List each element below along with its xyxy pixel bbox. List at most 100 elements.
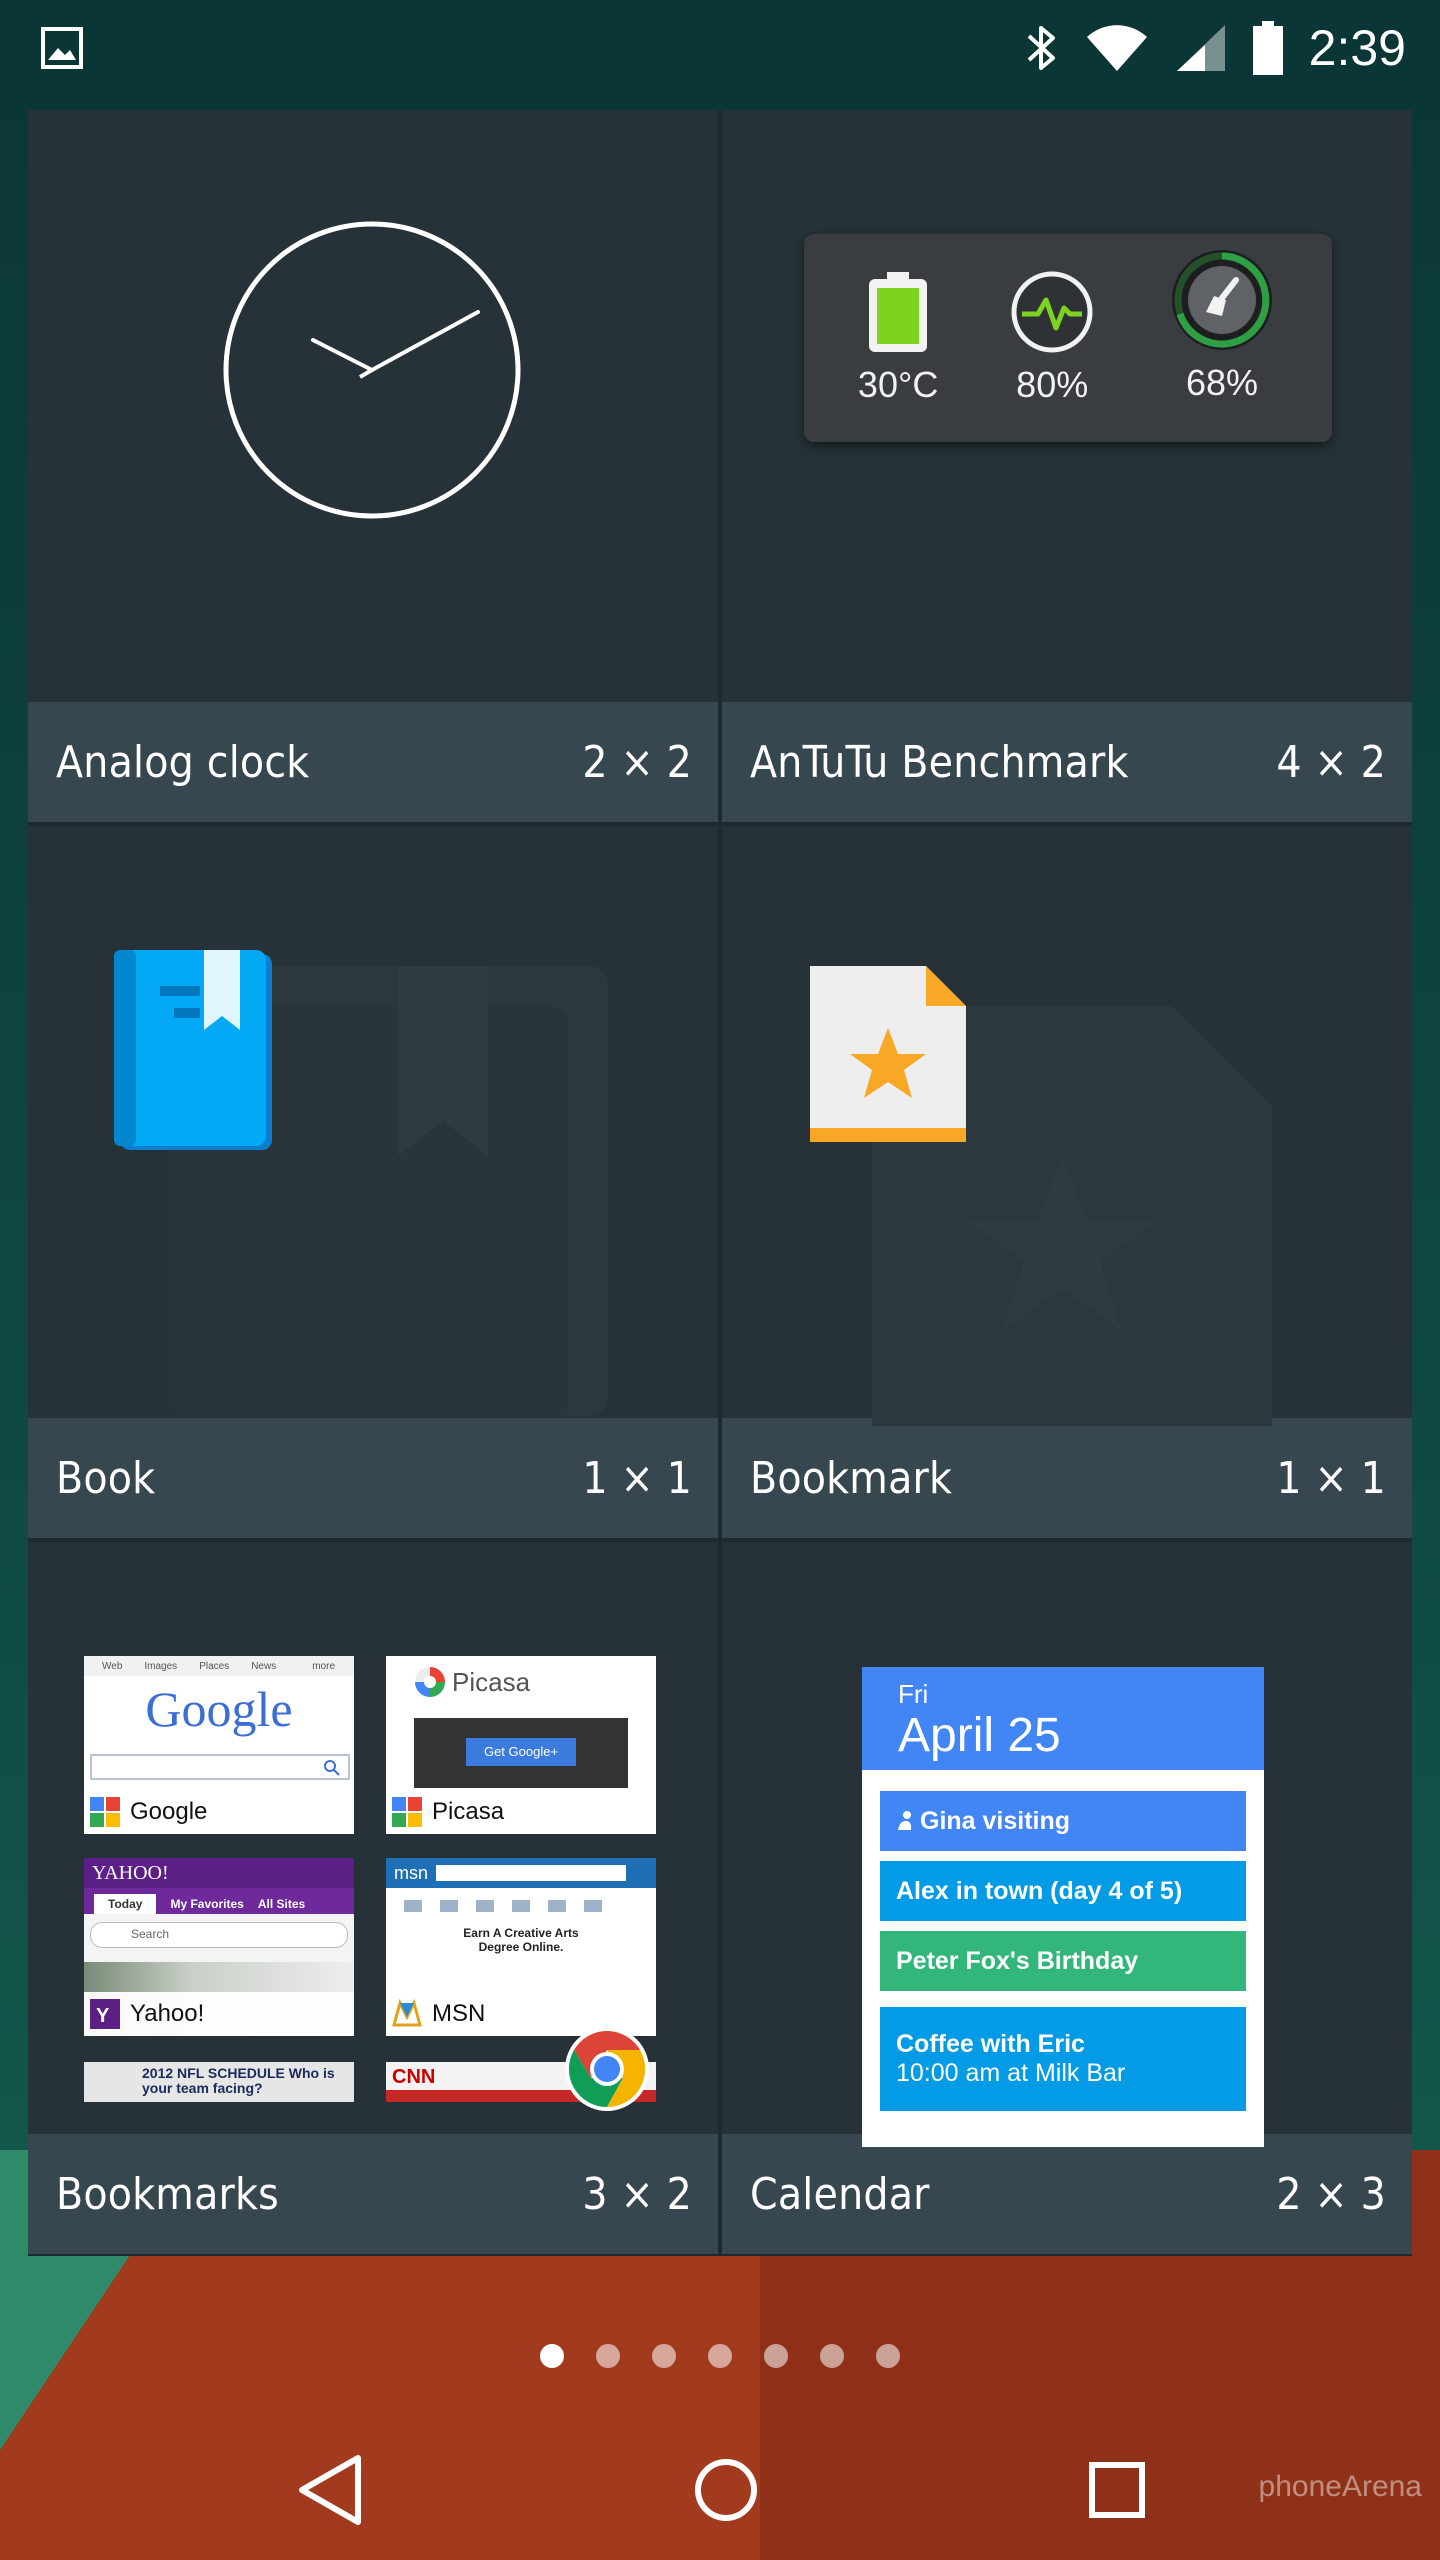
- page-dot[interactable]: [596, 2344, 620, 2368]
- widget-size: 2 × 3: [1276, 2168, 1386, 2220]
- page-dot[interactable]: [708, 2344, 732, 2368]
- google-tab: Places: [199, 1660, 230, 1672]
- bookmark-caption: Google: [84, 1790, 354, 1834]
- calendar-event: Coffee with Eric 10:00 am at Milk Bar: [880, 2007, 1246, 2111]
- picasa-favicon-icon: [392, 1797, 422, 1827]
- antutu-performance: 80%: [1010, 270, 1094, 406]
- msn-favicon-icon: [392, 1999, 422, 2027]
- calendar-date: April 25: [898, 1709, 1061, 1762]
- navigation-bar: [0, 2420, 1440, 2560]
- calendar-event: Peter Fox's Birthday: [880, 1931, 1246, 1991]
- calendar-widget-preview: Fri April 25 Gina visiting Alex in town …: [862, 1667, 1264, 2147]
- widget-size: 1 × 1: [1276, 1452, 1386, 1504]
- widget-preview: [722, 826, 1412, 1426]
- wifi-icon: [1086, 25, 1147, 71]
- picasa-logo-icon: [415, 1667, 445, 1697]
- analog-clock-icon: [223, 221, 521, 519]
- page-dot[interactable]: [540, 2344, 564, 2368]
- nfl-tile-text: 2012 NFL SCHEDULE Who is your team facin…: [142, 2065, 335, 2096]
- yahoo-tab: Today: [94, 1894, 157, 1914]
- antutu-temperature: 30°C: [858, 270, 938, 406]
- bookmark-tile-msn: msn Earn A Creative Arts Degree Online.: [386, 1858, 656, 2036]
- widget-label-bar: Calendar 2 × 3: [722, 2134, 1412, 2254]
- calendar-day: Fri: [898, 1679, 929, 1709]
- yahoo-heading: YAHOO!: [84, 1858, 354, 1888]
- widget-bookmark[interactable]: Bookmark 1 × 1: [722, 826, 1412, 1538]
- msn-heading: msn: [394, 1862, 429, 1883]
- status-bar: 2:39: [0, 0, 1440, 96]
- widget-bookmarks[interactable]: Web Images Places News more Google Googl…: [28, 1542, 718, 2254]
- calendar-event-title: Peter Fox's Birthday: [896, 1946, 1139, 1975]
- page-dot[interactable]: [876, 2344, 900, 2368]
- antutu-temperature-value: 30°C: [857, 364, 939, 405]
- svg-text:Y: Y: [96, 2005, 110, 2027]
- widget-antutu-benchmark[interactable]: 30°C 80% 68% AnTuTu Benchmark 4 × 2: [722, 110, 1412, 822]
- bookmark-tile-picasa: Picasa Get Google+ Picasa: [386, 1656, 656, 1834]
- msn-promo-text: Earn A Creative Arts Degree Online.: [463, 1926, 579, 1954]
- widget-picker-grid[interactable]: Analog clock 2 × 2 30°C 80% 68% AnTuTu B…: [28, 110, 1412, 2256]
- google-logo: Google: [145, 1681, 293, 1737]
- widget-name: Book: [56, 1452, 156, 1504]
- calendar-event: Gina visiting: [880, 1791, 1246, 1851]
- pulse-icon: [1011, 271, 1093, 353]
- widget-preview: Fri April 25 Gina visiting Alex in town …: [722, 1542, 1412, 2147]
- widget-preview: [28, 110, 718, 702]
- page-dot[interactable]: [764, 2344, 788, 2368]
- antutu-clean: 68%: [1166, 250, 1278, 404]
- widget-label-bar: Analog clock 2 × 2: [28, 702, 718, 822]
- widget-preview: Web Images Places News more Google Googl…: [28, 1542, 718, 2134]
- back-icon[interactable]: [294, 2452, 364, 2528]
- calendar-event-title: Alex in town (day 4 of 5): [896, 1876, 1183, 1905]
- calendar-event: Alex in town (day 4 of 5): [880, 1861, 1246, 1921]
- yahoo-favicon-icon: Y: [90, 1999, 120, 2029]
- widget-label-bar: Book 1 × 1: [28, 1418, 718, 1538]
- picasa-heading: Picasa: [452, 1666, 531, 1697]
- battery-temperature-icon: [869, 272, 928, 352]
- broom-icon: [1172, 250, 1273, 350]
- image-icon: [41, 27, 83, 69]
- widget-name: Bookmarks: [56, 2168, 279, 2220]
- widget-label-bar: Bookmark 1 × 1: [722, 1418, 1412, 1538]
- person-icon: [898, 1811, 912, 1830]
- bookmark-caption: Y Yahoo!: [84, 1992, 354, 2036]
- widget-name: Calendar: [750, 2168, 930, 2220]
- cell-signal-icon: [1176, 25, 1225, 71]
- google-tab: News: [251, 1660, 277, 1672]
- yahoo-search: Search: [90, 1922, 348, 1948]
- chrome-icon: [565, 2027, 649, 2111]
- bookmark-caption: Picasa: [386, 1790, 656, 1834]
- yahoo-tab: All Sites: [257, 1897, 306, 1911]
- page-dot[interactable]: [820, 2344, 844, 2368]
- get-google-plus-button: Get Google+: [465, 1738, 577, 1766]
- widget-name: Analog clock: [56, 736, 310, 788]
- page-dot[interactable]: [652, 2344, 676, 2368]
- widget-calendar[interactable]: Fri April 25 Gina visiting Alex in town …: [722, 1542, 1412, 2254]
- status-time: 2:39: [1308, 20, 1406, 76]
- bookmark-label: MSN: [432, 2000, 486, 2027]
- bookmark-star-icon: [810, 966, 966, 1142]
- widget-size: 4 × 2: [1276, 736, 1386, 788]
- widget-size: 3 × 2: [582, 2168, 692, 2220]
- home-icon[interactable]: [693, 2457, 759, 2523]
- bookmark-label: Yahoo!: [130, 2000, 205, 2027]
- recent-apps-icon[interactable]: [1088, 2461, 1146, 2519]
- antutu-widget-preview: 30°C 80% 68%: [804, 234, 1332, 442]
- bluetooth-icon: [1027, 26, 1055, 70]
- calendar-header: Fri April 25: [862, 1667, 1264, 1770]
- widget-preview: 30°C 80% 68%: [722, 110, 1412, 702]
- google-tab: more: [312, 1660, 336, 1672]
- antutu-performance-value: 80%: [1016, 364, 1089, 405]
- page-indicator: [0, 2344, 1440, 2368]
- widget-preview: [28, 826, 718, 1418]
- widget-name: AnTuTu Benchmark: [750, 736, 1129, 788]
- widget-size: 2 × 2: [582, 736, 692, 788]
- google-tab: Web: [102, 1660, 123, 1672]
- bookmark-tile-google: Web Images Places News more Google Googl…: [84, 1656, 354, 1834]
- search-icon: [324, 1760, 340, 1776]
- yahoo-tab: My Favorites: [170, 1897, 244, 1911]
- widget-size: 1 × 1: [582, 1452, 692, 1504]
- widget-book[interactable]: Book 1 × 1: [28, 826, 718, 1538]
- widget-analog-clock[interactable]: Analog clock 2 × 2: [28, 110, 718, 822]
- bookmark-label: Picasa: [432, 1798, 505, 1825]
- widget-label-bar: AnTuTu Benchmark 4 × 2: [722, 702, 1412, 822]
